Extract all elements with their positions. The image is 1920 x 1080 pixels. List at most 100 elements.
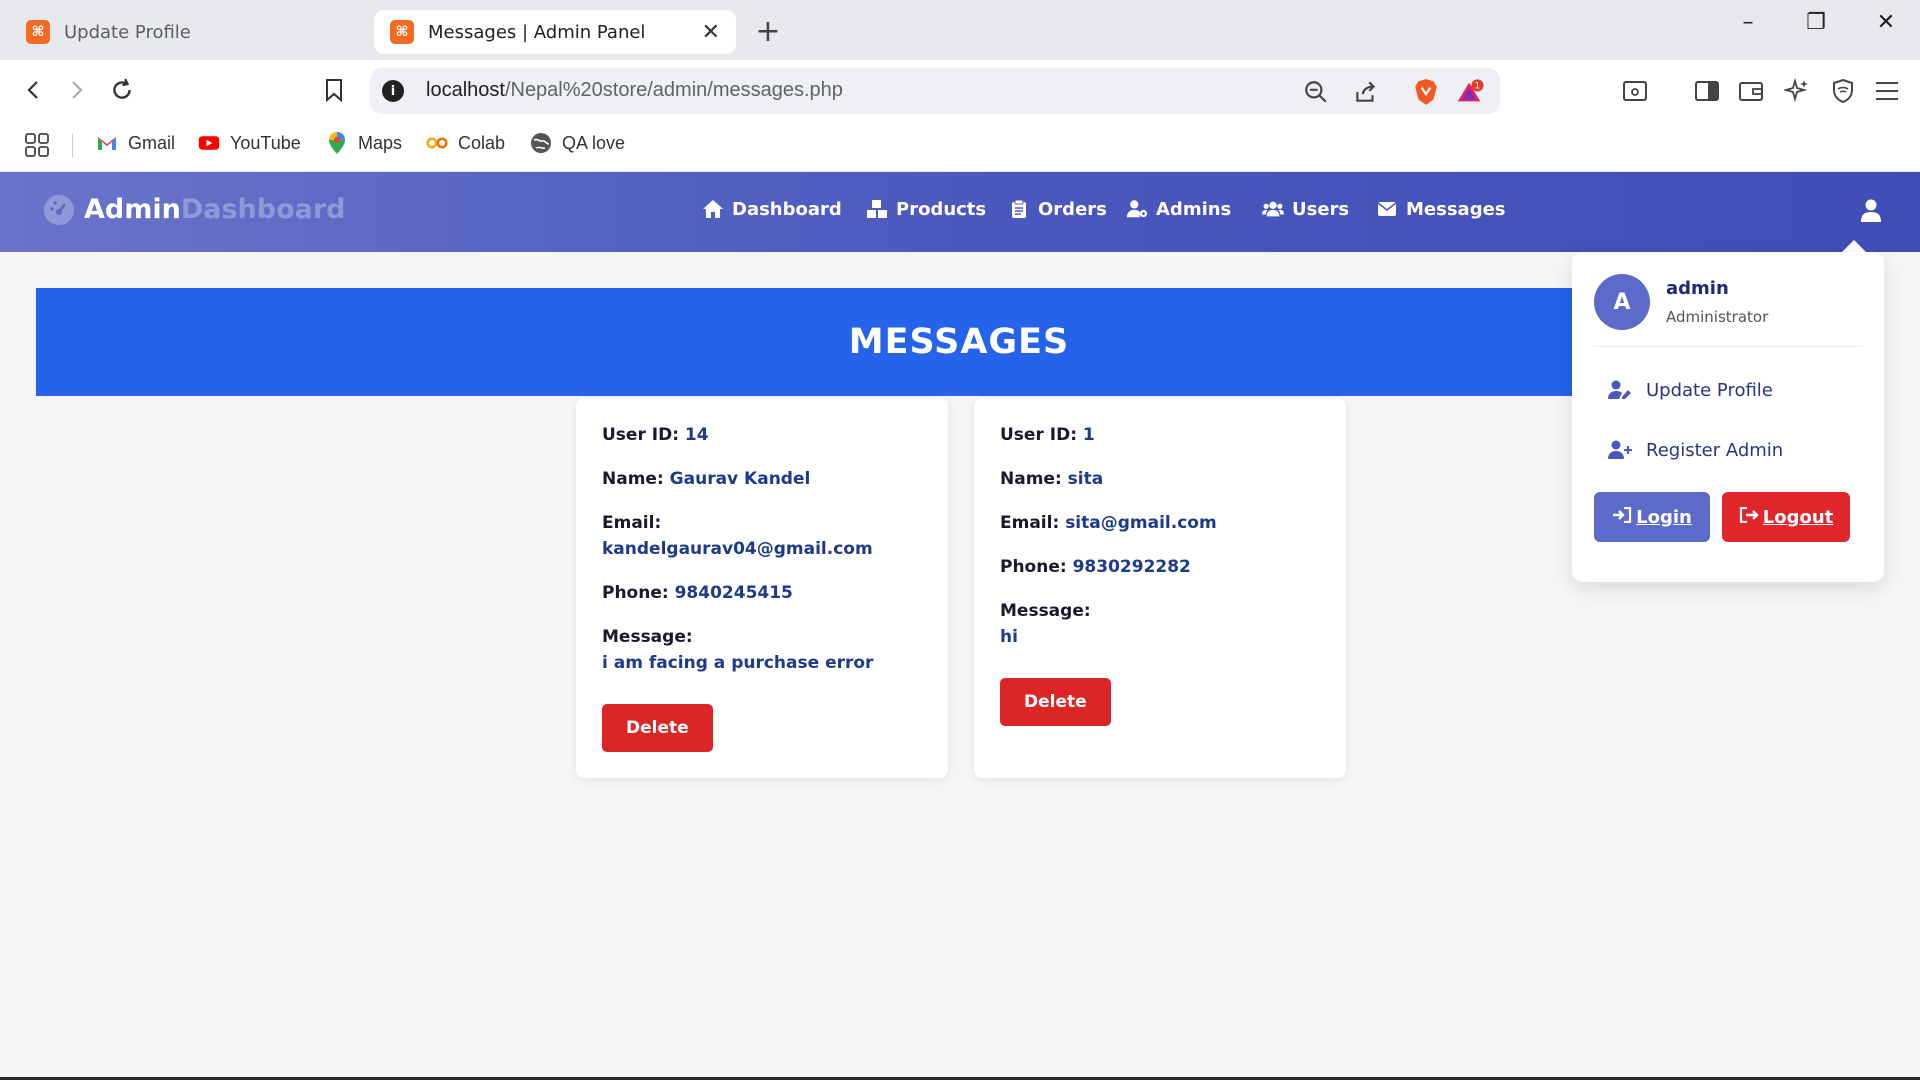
admin-header: Admin Dashboard Dashboard Products Orders…: [0, 172, 1920, 252]
nav-dashboard[interactable]: Dashboard: [702, 198, 842, 220]
nav-products[interactable]: Products: [866, 198, 986, 220]
user-plus-icon: [1608, 438, 1632, 462]
info-icon[interactable]: i: [382, 80, 404, 102]
delete-button[interactable]: Delete: [1000, 678, 1111, 726]
nav-orders[interactable]: Orders: [1008, 198, 1107, 220]
name-value: Gaurav Kandel: [669, 469, 811, 489]
wallet-icon[interactable]: [1736, 76, 1766, 106]
bookmark-icon: [326, 79, 342, 102]
user-gear-icon: [1126, 198, 1148, 220]
sign-in-icon: [1612, 506, 1632, 528]
gmail-icon: [96, 132, 118, 154]
update-profile-link[interactable]: Update Profile: [1608, 378, 1773, 402]
bookmark-qa-love[interactable]: QA love: [530, 132, 625, 154]
email-row: Email: sita@gmail.com: [1000, 513, 1217, 533]
user-dropdown: A admin Administrator Update Profile Reg…: [1572, 252, 1884, 582]
clipboard-icon: [1008, 198, 1030, 220]
new-tab-button[interactable]: +: [752, 14, 784, 49]
bookmark-youtube[interactable]: YouTube: [198, 132, 301, 154]
user-edit-icon: [1608, 378, 1632, 402]
brave-shield-icon[interactable]: [1412, 78, 1440, 106]
reader-mode-icon[interactable]: [1620, 76, 1650, 106]
tab-update-profile[interactable]: ⌘ Update Profile: [10, 10, 370, 54]
close-icon[interactable]: ✕: [702, 20, 720, 45]
login-button[interactable]: Login: [1594, 492, 1710, 542]
window-close-button[interactable]: ✕: [1866, 10, 1906, 35]
menu-icon[interactable]: [1872, 76, 1902, 106]
reload-icon: [113, 78, 131, 99]
chevron-right-icon: [72, 81, 83, 99]
nav-messages[interactable]: Messages: [1376, 198, 1506, 220]
bookmark-gmail[interactable]: Gmail: [96, 132, 175, 154]
register-admin-link[interactable]: Register Admin: [1608, 438, 1783, 462]
name-row: Name: sita: [1000, 469, 1104, 489]
message-value: i am facing a purchase error: [602, 653, 874, 673]
user-id-row: User ID: 14: [602, 425, 709, 445]
apps-grid-icon: [25, 133, 49, 157]
address-bar[interactable]: i localhost/Nepal%20store/admin/messages…: [370, 68, 1500, 114]
url-text[interactable]: localhost/Nepal%20store/admin/messages.p…: [426, 79, 843, 102]
logout-button[interactable]: Logout: [1722, 492, 1850, 542]
reload-button[interactable]: [104, 72, 140, 108]
user-menu-button[interactable]: [1856, 196, 1886, 226]
nav-users[interactable]: Users: [1262, 198, 1349, 220]
chevron-left-icon: [27, 81, 38, 99]
email-value: kandelgaurav04@gmail.com: [602, 539, 873, 559]
profile-name: admin: [1666, 278, 1729, 299]
bookmark-maps[interactable]: Maps: [326, 132, 402, 154]
bookmarks-bar: Gmail YouTube Maps Colab QA love: [0, 120, 1920, 172]
tab-title: Update Profile: [64, 21, 191, 43]
message-row: Message: hi: [1000, 598, 1320, 650]
leo-ai-icon[interactable]: [1782, 76, 1812, 106]
svg-text:1: 1: [1475, 80, 1480, 90]
bookmarks-divider: [72, 134, 73, 158]
email-row: Email: kandelgaurav04@gmail.com: [602, 510, 922, 562]
restore-button[interactable]: ❐: [1796, 10, 1836, 35]
phone-value: 9840245415: [674, 583, 793, 603]
phone-row: Phone: 9840245415: [602, 583, 793, 603]
user-id-value: 14: [684, 425, 709, 445]
phone-value: 9830292282: [1072, 557, 1191, 577]
back-button[interactable]: [16, 72, 52, 108]
sidebar-icon[interactable]: [1692, 76, 1722, 106]
browser-tab-bar: ⌘ Update Profile ⌘ Messages | Admin Pane…: [0, 0, 1920, 60]
colab-icon: [426, 132, 448, 154]
brave-rewards-icon[interactable]: 1: [1456, 78, 1484, 106]
message-card: User ID: 14 Name: Gaurav Kandel Email: k…: [576, 398, 948, 778]
tab-title: Messages | Admin Panel: [428, 21, 646, 43]
bookmark-colab[interactable]: Colab: [426, 132, 505, 154]
bookmark-button[interactable]: [316, 72, 352, 108]
user-id-row: User ID: 1: [1000, 425, 1095, 445]
email-value: sita@gmail.com: [1065, 513, 1217, 533]
delete-button[interactable]: Delete: [602, 704, 713, 752]
minimize-button[interactable]: –: [1728, 10, 1768, 35]
apps-button[interactable]: [24, 132, 50, 158]
message-value: hi: [1000, 627, 1018, 647]
vpn-shield-icon[interactable]: [1828, 76, 1858, 106]
profile-role: Administrator: [1666, 308, 1769, 326]
brand-secondary: Dashboard: [180, 194, 346, 225]
phone-row: Phone: 9830292282: [1000, 557, 1191, 577]
envelope-icon: [1376, 198, 1398, 220]
nav-admins[interactable]: Admins: [1126, 198, 1231, 220]
brand-logo[interactable]: Admin Dashboard: [44, 194, 346, 225]
message-card: User ID: 1 Name: sita Email: sita@gmail.…: [974, 398, 1346, 778]
name-row: Name: Gaurav Kandel: [602, 469, 811, 489]
dropdown-divider: [1594, 346, 1862, 347]
sign-out-icon: [1739, 506, 1759, 528]
xampp-icon: ⌘: [26, 20, 50, 44]
forward-button[interactable]: [58, 72, 94, 108]
message-row: Message: i am facing a purchase error: [602, 624, 922, 676]
zoom-out-icon[interactable]: [1302, 78, 1330, 106]
tab-messages[interactable]: ⌘ Messages | Admin Panel ✕: [374, 10, 736, 54]
home-icon: [702, 198, 724, 220]
dropdown-caret: [1842, 240, 1866, 252]
name-value: sita: [1067, 469, 1104, 489]
share-icon[interactable]: [1352, 78, 1380, 106]
brand-primary: Admin: [84, 194, 181, 225]
maps-icon: [326, 132, 348, 154]
users-icon: [1262, 198, 1284, 220]
avatar: A: [1594, 274, 1650, 330]
boxes-icon: [866, 198, 888, 220]
xampp-icon: ⌘: [390, 20, 414, 44]
